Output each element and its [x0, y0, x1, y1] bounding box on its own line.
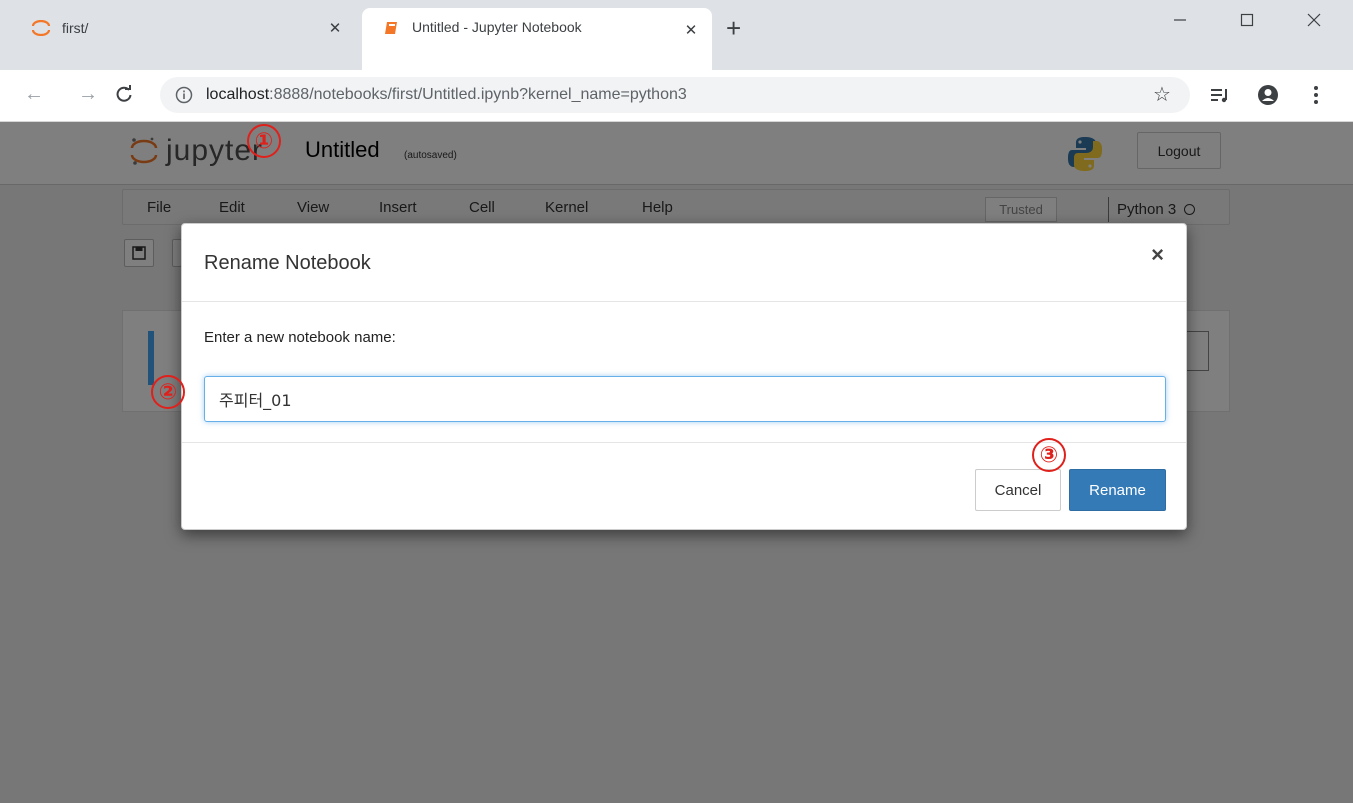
notebook-name-label: Enter a new notebook name:	[204, 329, 396, 346]
info-icon[interactable]	[174, 85, 194, 105]
bookmark-star-icon[interactable]: ☆	[1153, 82, 1171, 107]
maximize-icon[interactable]	[1224, 6, 1270, 34]
modal-title: Rename Notebook	[204, 252, 371, 274]
new-tab-button[interactable]: +	[726, 15, 741, 41]
step-marker-1: ①	[247, 124, 281, 158]
back-arrow-icon[interactable]: ←	[20, 80, 48, 108]
rename-notebook-dialog: Rename Notebook × Enter a new notebook n…	[181, 223, 1187, 530]
notebook-favicon-icon	[380, 19, 402, 37]
modal-header: Rename Notebook ×	[182, 224, 1186, 302]
reload-icon[interactable]	[110, 80, 138, 108]
window-close-icon[interactable]	[1291, 6, 1337, 34]
minimize-icon[interactable]	[1157, 6, 1203, 34]
url-host: localhost	[206, 86, 270, 103]
media-queue-icon[interactable]	[1207, 82, 1233, 108]
jupyter-favicon-icon	[30, 19, 52, 37]
tab-first[interactable]: first/ ✕	[8, 8, 356, 48]
tab-close-icon[interactable]: ✕	[680, 19, 702, 41]
forward-arrow-icon[interactable]: →	[74, 80, 102, 108]
cancel-button[interactable]: Cancel	[975, 469, 1061, 511]
tab-untitled-notebook[interactable]: Untitled - Jupyter Notebook ✕	[362, 8, 712, 70]
tab-close-icon[interactable]: ✕	[324, 17, 346, 39]
notebook-name-input[interactable]	[204, 376, 1166, 422]
browser-tab-strip: first/ ✕ Untitled - Jupyter Notebook ✕ +	[0, 0, 1353, 70]
address-bar[interactable]: localhost:8888/notebooks/first/Untitled.…	[160, 77, 1190, 113]
browser-toolbar: ← → localhost:8888/notebooks/first/Untit…	[0, 70, 1353, 122]
step-marker-2: ②	[151, 375, 185, 409]
url-path: :8888/notebooks/first/Untitled.ipynb?ker…	[269, 86, 687, 103]
rename-button[interactable]: Rename	[1069, 469, 1166, 511]
close-icon[interactable]: ×	[1151, 242, 1164, 268]
tab-title: first/	[62, 20, 89, 36]
account-icon[interactable]	[1255, 82, 1281, 108]
tab-title: Untitled - Jupyter Notebook	[412, 19, 582, 35]
kebab-menu-icon[interactable]	[1303, 82, 1329, 108]
step-marker-3: ③	[1032, 438, 1066, 472]
